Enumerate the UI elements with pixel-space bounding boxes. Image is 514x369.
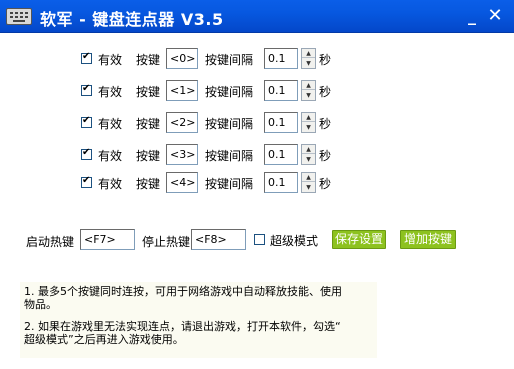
spin-down-icon[interactable]: ▼: [302, 91, 315, 100]
key-row: 有效 按键 <2> 按键间隔 0.1 ▲ ▼ 秒: [0, 112, 514, 137]
enabled-checkbox[interactable]: [81, 51, 92, 64]
enabled-label: 有效: [98, 177, 123, 191]
key-label: 按键: [136, 149, 161, 163]
stop-hotkey-label: 停止热键: [142, 235, 191, 249]
start-hotkey-input[interactable]: <F7>: [80, 229, 135, 250]
enabled-label: 有效: [98, 85, 123, 99]
seconds-label: 秒: [319, 85, 332, 99]
enabled-checkbox[interactable]: [81, 83, 92, 96]
enabled-checkbox[interactable]: [81, 175, 92, 188]
enabled-checkbox[interactable]: [81, 115, 92, 128]
keyboard-icon: [6, 8, 32, 25]
interval-input[interactable]: 0.1: [264, 112, 298, 133]
window-title: 软军 - 键盘连点器 V3.5: [40, 10, 224, 29]
seconds-label: 秒: [319, 117, 332, 131]
interval-input[interactable]: 0.1: [264, 172, 298, 193]
key-label: 按键: [136, 117, 161, 131]
enabled-checkbox[interactable]: [81, 147, 92, 160]
key-label: 按键: [136, 53, 161, 67]
interval-spinner[interactable]: ▲ ▼: [301, 112, 316, 133]
interval-spinner[interactable]: ▲ ▼: [301, 144, 316, 165]
spin-down-icon[interactable]: ▼: [302, 123, 315, 132]
stop-hotkey-input[interactable]: <F8>: [191, 229, 246, 250]
key-input[interactable]: <3>: [166, 144, 198, 165]
add-key-button[interactable]: 增加按键: [400, 230, 456, 249]
instructions-panel: 1. 最多5个按键同时连按，可用于网络游戏中自动释放技能、使用 物品。 2. 如…: [20, 282, 377, 358]
interval-spinner[interactable]: ▲ ▼: [301, 48, 316, 69]
spin-up-icon[interactable]: ▲: [302, 81, 315, 90]
note-line-2: 2. 如果在游戏里无法实现连点，请退出游戏，打开本软件，勾选“: [24, 320, 341, 333]
interval-label: 按键间隔: [205, 149, 254, 163]
note-line-1: 1. 最多5个按键同时连按，可用于网络游戏中自动释放技能、使用: [24, 285, 342, 298]
spin-up-icon[interactable]: ▲: [302, 173, 315, 182]
spin-down-icon[interactable]: ▼: [302, 155, 315, 164]
key-input[interactable]: <1>: [166, 80, 198, 101]
key-input[interactable]: <2>: [166, 112, 198, 133]
key-row: 有效 按键 <1> 按键间隔 0.1 ▲ ▼ 秒: [0, 80, 514, 105]
key-row: 有效 按键 <4> 按键间隔 0.1 ▲ ▼ 秒: [0, 172, 514, 197]
minimize-button[interactable]: _: [461, 5, 483, 27]
interval-input[interactable]: 0.1: [264, 144, 298, 165]
seconds-label: 秒: [319, 149, 332, 163]
note-line-1b: 物品。: [24, 298, 57, 311]
close-button[interactable]: ✕: [484, 5, 506, 27]
main-panel: 有效 按键 <0> 按键间隔 0.1 ▲ ▼ 秒 有效 按键 <1> 按键间隔 …: [0, 33, 514, 369]
super-mode-checkbox[interactable]: [254, 234, 265, 245]
key-label: 按键: [136, 177, 161, 191]
interval-label: 按键间隔: [205, 177, 254, 191]
interval-label: 按键间隔: [205, 117, 254, 131]
interval-spinner[interactable]: ▲ ▼: [301, 80, 316, 101]
spin-up-icon[interactable]: ▲: [302, 113, 315, 122]
interval-label: 按键间隔: [205, 85, 254, 99]
key-row: 有效 按键 <3> 按键间隔 0.1 ▲ ▼ 秒: [0, 144, 514, 169]
interval-input[interactable]: 0.1: [264, 48, 298, 69]
spin-up-icon[interactable]: ▲: [302, 145, 315, 154]
seconds-label: 秒: [319, 53, 332, 67]
interval-input[interactable]: 0.1: [264, 80, 298, 101]
note-line-2b: 超级模式”之后再进入游戏使用。: [24, 333, 184, 346]
key-input[interactable]: <0>: [166, 48, 198, 69]
key-label: 按键: [136, 85, 161, 99]
save-settings-button[interactable]: 保存设置: [332, 230, 386, 249]
start-hotkey-label: 启动热键: [26, 235, 75, 249]
spin-down-icon[interactable]: ▼: [302, 59, 315, 68]
title-bar[interactable]: 软军 - 键盘连点器 V3.5 _ ✕: [0, 0, 514, 33]
key-input[interactable]: <4>: [166, 172, 198, 193]
interval-spinner[interactable]: ▲ ▼: [301, 172, 316, 193]
key-row: 有效 按键 <0> 按键间隔 0.1 ▲ ▼ 秒: [0, 48, 514, 73]
enabled-label: 有效: [98, 53, 123, 67]
seconds-label: 秒: [319, 177, 332, 191]
spin-up-icon[interactable]: ▲: [302, 49, 315, 58]
enabled-label: 有效: [98, 117, 123, 131]
enabled-label: 有效: [98, 149, 123, 163]
interval-label: 按键间隔: [205, 53, 254, 67]
hotkey-row: 启动热键 <F7> 停止热键 <F8> 超级模式 保存设置 增加按键: [0, 229, 514, 251]
super-mode-label: 超级模式: [270, 234, 319, 248]
spin-down-icon[interactable]: ▼: [302, 183, 315, 192]
